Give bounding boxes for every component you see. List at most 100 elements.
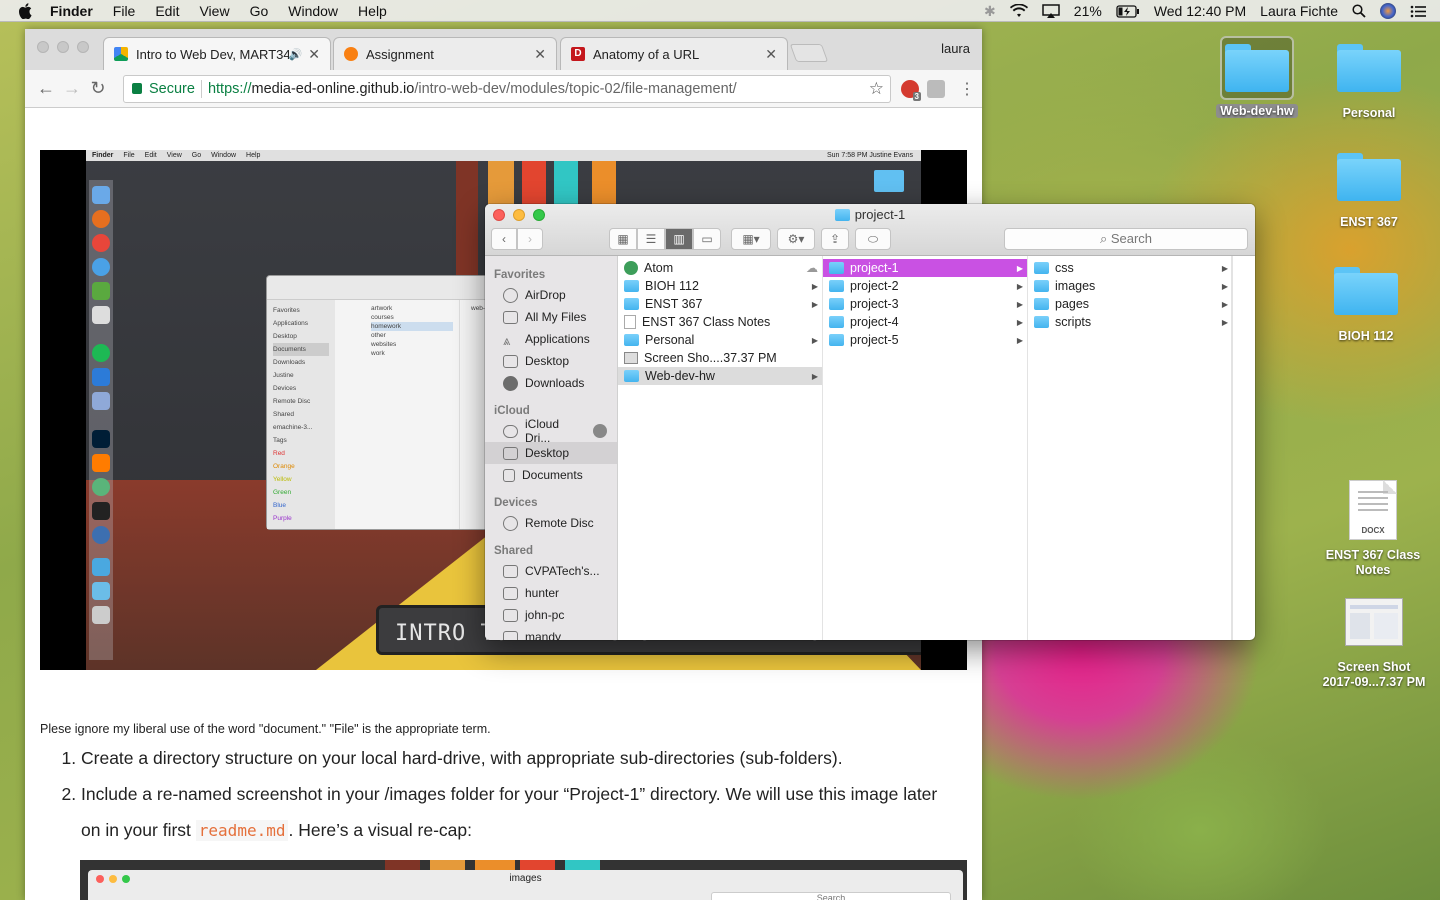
siri-icon[interactable]: [1380, 3, 1396, 19]
close-window-button[interactable]: [37, 41, 49, 53]
address-bar[interactable]: Secure https://media-ed-online.github.io…: [123, 74, 891, 103]
minimize-window-button[interactable]: [57, 41, 69, 53]
more-menu-icon[interactable]: ⋮: [959, 79, 975, 99]
desktop-folder-bioh-112[interactable]: BIOH 112: [1311, 265, 1421, 344]
profile-name[interactable]: laura: [941, 41, 970, 56]
sidebar-item-remote-disc[interactable]: Remote Disc: [485, 512, 617, 534]
arrange-button[interactable]: ▦▾: [731, 228, 771, 250]
speaker-icon[interactable]: 🔊: [289, 48, 303, 61]
menu-view[interactable]: View: [199, 3, 229, 19]
bookmark-star-icon[interactable]: ☆: [869, 79, 884, 99]
folder-row-project-2[interactable]: project-2 ▶: [823, 277, 1027, 295]
folder-icon: [829, 334, 844, 346]
video-dock: [89, 180, 113, 660]
new-tab-button[interactable]: [789, 44, 829, 62]
instruction-list: Create a directory structure on your loc…: [55, 740, 955, 849]
folder-icon: [829, 316, 844, 328]
desktop-folder-web-dev-hw[interactable]: Web-dev-hw: [1202, 36, 1312, 119]
menu-user[interactable]: Laura Fichte: [1260, 3, 1338, 19]
sidebar-item-downloads[interactable]: Downloads: [485, 372, 617, 394]
notification-center-icon[interactable]: [1410, 5, 1426, 18]
close-tab-icon[interactable]: ✕: [308, 46, 320, 63]
sidebar-item-documents[interactable]: Documents: [485, 464, 617, 486]
folder-row-pages[interactable]: pages ▶: [1028, 295, 1232, 313]
folder-row-personal[interactable]: Personal ▶: [618, 331, 822, 349]
folder-row-project-3[interactable]: project-3 ▶: [823, 295, 1027, 313]
sidebar-item-john-pc[interactable]: john-pc: [485, 604, 617, 626]
search-placeholder: Search: [1110, 231, 1153, 246]
battery-charging-icon[interactable]: [1116, 4, 1140, 18]
tags-button[interactable]: ⬭: [855, 228, 891, 250]
folder-row-project-5[interactable]: project-5 ▶: [823, 331, 1027, 349]
extension-grey-icon[interactable]: [927, 79, 945, 98]
column-view-button[interactable]: ▥: [665, 228, 693, 250]
cover-flow-button[interactable]: ▭: [693, 228, 721, 250]
url-text[interactable]: https://media-ed-online.github.io/intro-…: [208, 81, 737, 97]
action-gear-button[interactable]: ⚙▾: [777, 228, 815, 250]
menu-go[interactable]: Go: [250, 3, 269, 19]
sidebar-item-airdrop[interactable]: AirDrop: [485, 284, 617, 306]
folder-row-scripts[interactable]: scripts ▶: [1028, 313, 1232, 331]
desktop-folder-personal[interactable]: Personal: [1314, 42, 1424, 121]
desktop-icon-label: Personal: [1342, 106, 1396, 120]
finder-column-3: css ▶ images ▶ pages ▶ scripts ▶: [1028, 256, 1233, 640]
icon-view-button[interactable]: ▦: [609, 228, 637, 250]
folder-row-images[interactable]: images ▶: [1028, 277, 1232, 295]
tab-assignment[interactable]: Assignment ✕: [333, 37, 557, 70]
disclosure-arrow-icon: ▶: [811, 371, 818, 381]
sidebar-item-desktop[interactable]: Desktop: [485, 350, 617, 372]
tab-intro-web-dev[interactable]: Intro to Web Dev, MART341 🔊 ✕: [103, 37, 331, 70]
menu-app-name[interactable]: Finder: [50, 3, 93, 19]
airdrop-icon: [503, 287, 518, 303]
list-view-button[interactable]: ☰: [637, 228, 665, 250]
menu-help[interactable]: Help: [358, 3, 387, 19]
folder-row-web-dev-hw[interactable]: Web-dev-hw ▶: [618, 367, 822, 385]
video-caption: Plese ignore my liberal use of the word …: [40, 722, 491, 736]
folder-row-bioh-112[interactable]: BIOH 112 ▶: [618, 277, 822, 295]
reload-icon[interactable]: ↻: [85, 78, 111, 99]
monitor-icon: [503, 608, 518, 622]
menu-edit[interactable]: Edit: [155, 3, 179, 19]
menu-window[interactable]: Window: [288, 3, 338, 19]
folder-row-css[interactable]: css ▶: [1028, 259, 1232, 277]
sidebar-item-all-my-files[interactable]: All My Files: [485, 306, 617, 328]
secure-indicator[interactable]: Secure: [132, 79, 208, 98]
file-row-screenshot[interactable]: Screen Sho....37.37 PM: [618, 349, 822, 367]
sidebar-item-mandy[interactable]: mandy: [485, 626, 617, 640]
wifi-icon[interactable]: [1009, 4, 1028, 18]
spotlight-icon[interactable]: [1352, 4, 1366, 18]
zoom-window-button[interactable]: [77, 41, 89, 53]
sidebar-item-icloud-desktop[interactable]: Desktop: [485, 442, 617, 464]
desktop-folder-enst-367[interactable]: ENST 367: [1314, 151, 1424, 230]
share-button[interactable]: ⇪: [821, 228, 849, 250]
menu-file[interactable]: File: [113, 3, 136, 19]
sidebar-item-cvpatech[interactable]: CVPATech's...: [485, 560, 617, 582]
menu-clock[interactable]: Wed 12:40 PM: [1154, 3, 1246, 19]
close-tab-icon[interactable]: ✕: [534, 46, 546, 63]
airplay-icon[interactable]: [1042, 4, 1060, 18]
disclosure-arrow-icon: ▶: [1016, 263, 1023, 273]
folder-row-project-1[interactable]: project-1 ▶: [823, 259, 1027, 277]
tab-anatomy-of-url[interactable]: D Anatomy of a URL ✕: [560, 37, 788, 70]
file-row-atom[interactable]: Atom ☁: [618, 259, 822, 277]
forward-button[interactable]: ›: [517, 228, 543, 250]
apple-icon[interactable]: [18, 2, 32, 19]
folder-row-enst-367[interactable]: ENST 367 ▶: [618, 295, 822, 313]
finder-column-1: Atom ☁ BIOH 112 ▶ ENST 367 ▶ ENST 367 Class…: [618, 256, 823, 640]
desktop-file-enst-367-class-notes[interactable]: DOCX ENST 367 Class Notes: [1318, 480, 1428, 578]
folder-row-project-4[interactable]: project-4 ▶: [823, 313, 1027, 331]
finder-search-field[interactable]: ⌕ Search: [1004, 228, 1248, 250]
back-button[interactable]: ‹: [491, 228, 517, 250]
sidebar-item-hunter[interactable]: hunter: [485, 582, 617, 604]
forward-icon[interactable]: →: [59, 78, 85, 99]
back-icon[interactable]: ←: [33, 78, 59, 99]
desktop-file-screenshot[interactable]: Screen Shot 2017-09...7.37 PM: [1318, 598, 1430, 690]
documents-icon: [503, 468, 515, 482]
close-tab-icon[interactable]: ✕: [765, 46, 777, 63]
file-row-enst-367-class-notes[interactable]: ENST 367 Class Notes: [618, 313, 822, 331]
extension-red-icon[interactable]: 3: [901, 79, 921, 101]
sidebar-item-applications[interactable]: ⩓ Applications: [485, 328, 617, 350]
bluetooth-icon[interactable]: ✱: [984, 3, 996, 20]
sidebar-item-icloud-drive[interactable]: iCloud Dri...: [485, 417, 617, 445]
battery-percent[interactable]: 21%: [1074, 3, 1102, 19]
